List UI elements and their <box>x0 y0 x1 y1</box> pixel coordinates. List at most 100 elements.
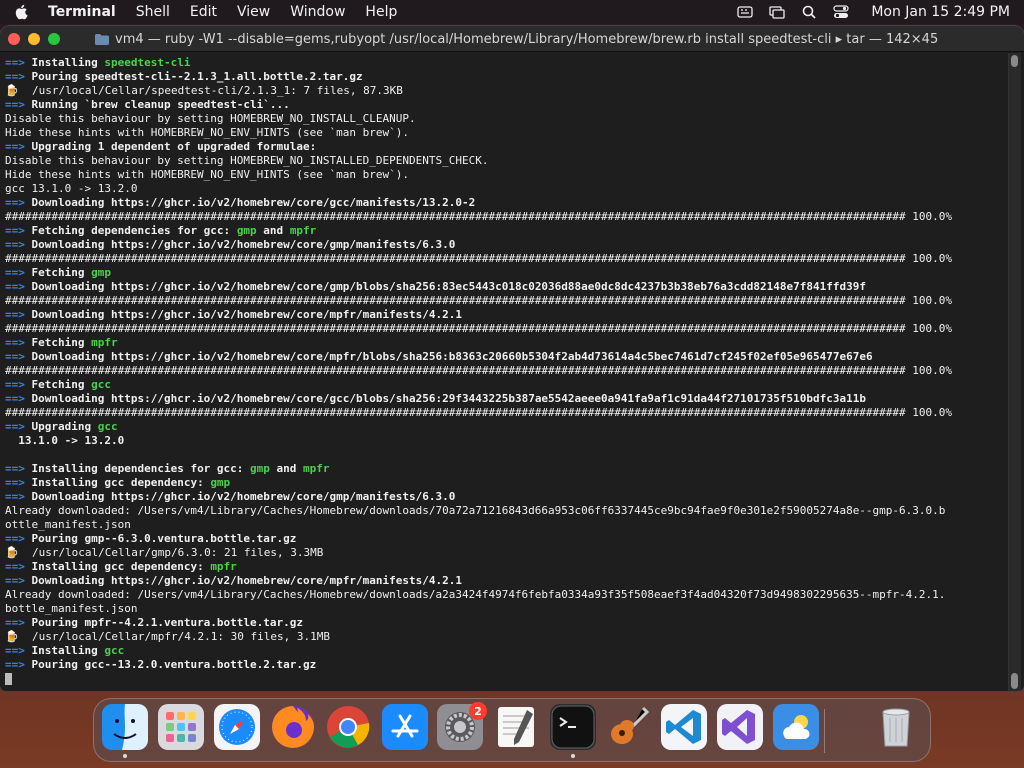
firefox-icon <box>270 704 316 754</box>
terminal-text: ==> <box>5 378 32 391</box>
terminal-text: Downloading https://ghcr.io/v2/homebrew/… <box>31 490 456 503</box>
menu-clock[interactable]: Mon Jan 15 2:49 PM <box>871 4 1010 20</box>
minimize-button[interactable] <box>28 32 40 45</box>
menu-edit[interactable]: Edit <box>190 4 217 20</box>
terminal-text: Fetching dependencies for gcc: <box>31 224 237 237</box>
dock-item-weather[interactable] <box>773 704 819 752</box>
dock-item-safari[interactable] <box>214 704 260 752</box>
running-indicator <box>571 754 575 758</box>
search-icon[interactable] <box>801 5 817 19</box>
terminal-line: ==> Installing gcc <box>5 644 1005 658</box>
terminal-text: 13.1.0 -> 13.2.0 <box>5 434 125 447</box>
terminal-text: Downloading https://ghcr.io/v2/homebrew/… <box>31 392 866 405</box>
terminal-text: mpfr <box>303 462 330 475</box>
screen-mirroring-icon[interactable] <box>769 5 785 19</box>
terminal-icon <box>550 704 596 754</box>
terminal-line: ########################################… <box>5 210 1005 224</box>
menu-window[interactable]: Window <box>290 4 345 20</box>
menu-app-name[interactable]: Terminal <box>48 4 116 20</box>
terminal-text: and <box>269 462 304 475</box>
close-button[interactable] <box>8 32 20 45</box>
zoom-button[interactable] <box>48 32 60 45</box>
terminal-line: ==> Downloading https://ghcr.io/v2/homeb… <box>5 490 1005 504</box>
terminal-text: ########################################… <box>5 294 953 307</box>
terminal-line: 🍺 /usr/local/Cellar/gmp/6.3.0: 21 files,… <box>5 546 1005 560</box>
terminal-text: mpfr <box>91 336 118 349</box>
terminal-text: ########################################… <box>5 210 953 223</box>
launchpad-icon <box>158 704 204 754</box>
terminal-text: ==> <box>5 490 32 503</box>
textedit-icon <box>493 704 539 754</box>
terminal-scrollbar[interactable] <box>1008 53 1021 691</box>
visual-studio-icon <box>717 704 763 754</box>
terminal-text: Upgrading <box>31 420 98 433</box>
dock-item-launchpad[interactable] <box>158 704 204 754</box>
terminal-text: gcc 13.1.0 -> 13.2.0 <box>5 182 138 195</box>
dock-item-system-settings[interactable]: 2 <box>437 702 487 752</box>
terminal-text: Fetching <box>31 266 92 279</box>
beer-icon: 🍺 <box>5 84 26 97</box>
dock-item-finder[interactable] <box>102 704 148 758</box>
dock-item-trash[interactable] <box>873 706 919 752</box>
terminal-text: Installing dependencies for gcc: <box>31 462 251 475</box>
scrollbar-top-thumb[interactable] <box>1011 55 1018 67</box>
terminal-text: Downloading https://ghcr.io/v2/homebrew/… <box>31 308 462 321</box>
terminal-text: Downloading https://ghcr.io/v2/homebrew/… <box>31 574 462 587</box>
dock-item-firefox[interactable] <box>270 706 316 752</box>
dock-item-textedit[interactable] <box>493 706 539 752</box>
terminal-text: Already downloaded: /Users/vm4/Library/C… <box>5 504 946 517</box>
running-indicator <box>123 754 127 758</box>
terminal-line: ==> Fetching dependencies for gcc: gmp a… <box>5 224 1005 238</box>
scrollbar-thumb[interactable] <box>1011 673 1018 689</box>
terminal-text: ==> <box>5 238 32 251</box>
terminal-text: Pouring speedtest-cli--2.1.3_1.all.bottl… <box>31 70 363 83</box>
terminal-line: Disable this behaviour by setting HOMEBR… <box>5 112 1005 126</box>
terminal-line: ==> Fetching gmp <box>5 266 1005 280</box>
finder-icon <box>102 704 148 754</box>
terminal-text: ########################################… <box>5 364 953 377</box>
terminal-line: 13.1.0 -> 13.2.0 <box>5 434 1005 448</box>
app-store-icon <box>382 704 428 754</box>
dock-item-vscode[interactable] <box>661 704 707 754</box>
terminal-text: speedtest-cli <box>104 56 191 69</box>
terminal-line: ########################################… <box>5 294 1005 308</box>
menu-view[interactable]: View <box>237 4 270 20</box>
terminal-line: ==> Installing dependencies for gcc: gmp… <box>5 462 1005 476</box>
terminal-line: ==> Running `brew cleanup speedtest-cli`… <box>5 98 1005 112</box>
terminal-text: Pouring gmp--6.3.0.ventura.bottle.tar.gz <box>31 532 297 545</box>
window-title: vm4 — ruby -W1 --disable=gems,rubyopt /u… <box>95 26 1014 52</box>
menu-help[interactable]: Help <box>365 4 397 20</box>
control-center-icon[interactable] <box>833 5 849 19</box>
terminal-output[interactable]: ==> Installing speedtest-cli ==> Pouring … <box>0 53 1005 691</box>
terminal-text: and <box>256 224 290 237</box>
menu-shell[interactable]: Shell <box>136 4 170 20</box>
terminal-line: ottle_manifest.json <box>5 518 1005 532</box>
vscode-icon <box>661 704 707 754</box>
terminal-line: Already downloaded: /Users/vm4/Library/C… <box>5 588 1005 602</box>
dock-item-garageband[interactable] <box>605 706 651 752</box>
terminal-window: vm4 — ruby -W1 --disable=gems,rubyopt /u… <box>0 26 1024 691</box>
terminal-line: Already downloaded: /Users/vm4/Library/C… <box>5 504 1005 518</box>
keyboard-input-icon[interactable] <box>737 5 753 19</box>
window-titlebar[interactable]: vm4 — ruby -W1 --disable=gems,rubyopt /u… <box>0 26 1024 52</box>
dock-item-terminal[interactable] <box>550 704 596 758</box>
terminal-line: ==> Installing speedtest-cli <box>5 56 1005 70</box>
terminal-text: ==> <box>5 140 32 153</box>
terminal-text: Upgrading 1 dependent of upgraded formul… <box>31 140 317 153</box>
terminal-text: ==> <box>5 658 32 671</box>
terminal-line: 🍺 /usr/local/Cellar/speedtest-cli/2.1.3_… <box>5 84 1005 98</box>
terminal-text: ==> <box>5 616 32 629</box>
terminal-text: gcc <box>104 644 125 657</box>
terminal-text: Installing <box>31 56 105 69</box>
dock-item-app-store[interactable] <box>382 704 428 754</box>
folder-icon <box>95 33 109 45</box>
dock-separator <box>824 709 825 753</box>
terminal-text: Disable this behaviour by setting HOMEBR… <box>5 112 416 125</box>
terminal-line: ==> Downloading https://ghcr.io/v2/homeb… <box>5 196 1005 210</box>
apple-icon[interactable] <box>14 4 28 20</box>
dock-item-chrome[interactable] <box>325 705 371 752</box>
terminal-line: ==> Downloading https://ghcr.io/v2/homeb… <box>5 574 1005 588</box>
terminal-text: ==> <box>5 350 32 363</box>
dock-item-visual-studio[interactable] <box>717 704 763 754</box>
